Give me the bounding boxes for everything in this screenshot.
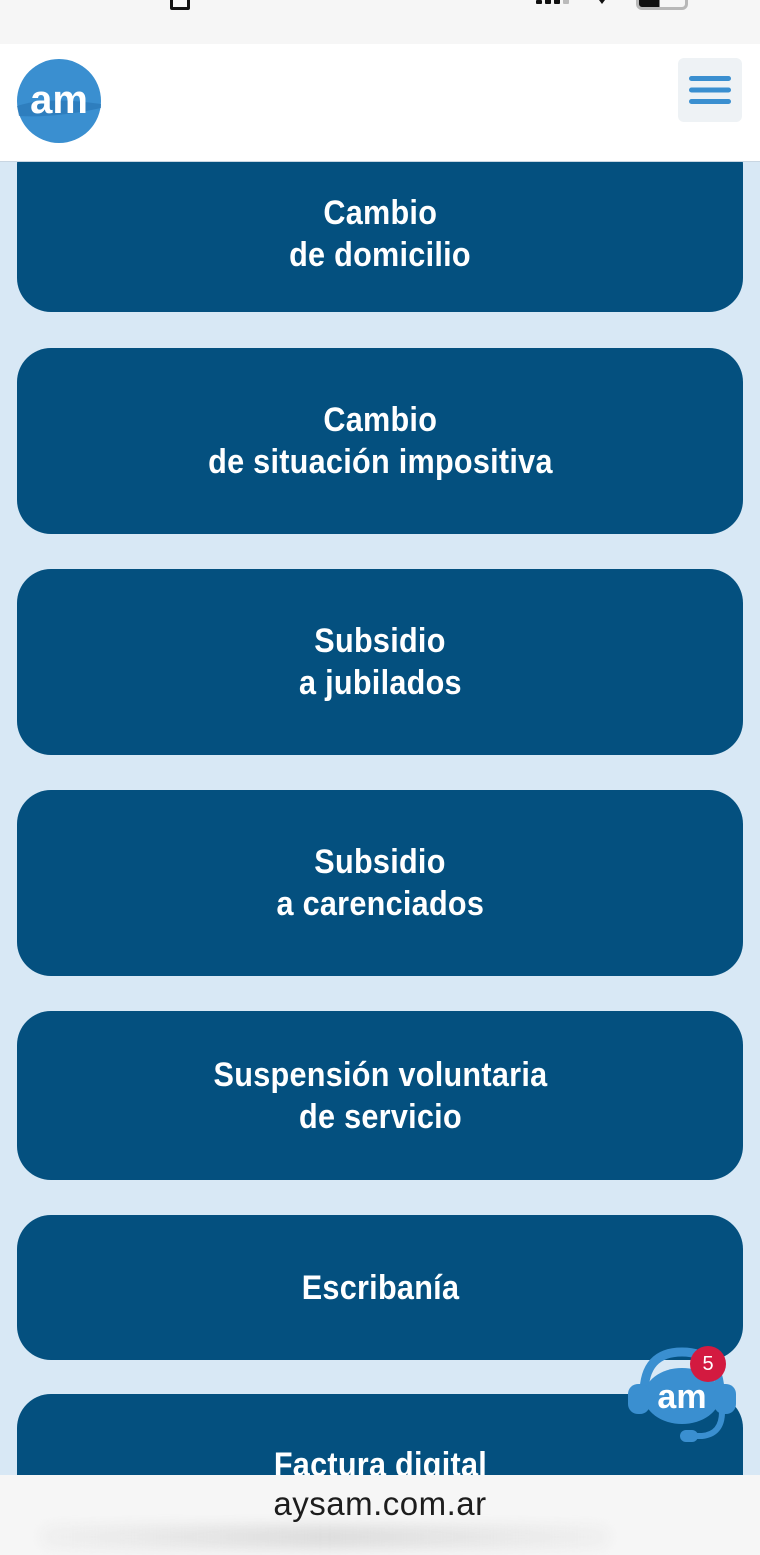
svg-text:am: am <box>30 78 88 122</box>
service-button-escribania[interactable]: Escribanía <box>17 1215 743 1360</box>
browser-url-bar[interactable]: aysam.com.ar <box>0 1475 760 1555</box>
site-header: am <box>0 44 760 162</box>
notification-badge: 5 <box>690 1346 726 1382</box>
lock-icon <box>170 0 190 10</box>
service-label-line1: Subsidio <box>314 622 446 660</box>
status-bar <box>0 0 760 44</box>
service-button-suspension-voluntaria[interactable]: Suspensión voluntaria de servicio <box>17 1011 743 1180</box>
wifi-icon <box>599 0 605 4</box>
service-button-subsidio-carenciados[interactable]: Subsidio a carenciados <box>17 790 743 976</box>
service-label-line2: de domicilio <box>289 235 471 274</box>
svg-text:am: am <box>657 1378 706 1416</box>
service-label-line2: a carenciados <box>276 885 484 923</box>
service-button-subsidio-jubilados[interactable]: Subsidio a jubilados <box>17 569 743 755</box>
service-label-line1: Factura digital <box>273 1446 487 1475</box>
services-list: Cambio de domicilio Cambio de situación … <box>0 161 760 1475</box>
hamburger-menu-icon <box>689 76 731 104</box>
service-label-line2: de servicio <box>298 1097 462 1136</box>
battery-icon <box>636 0 688 10</box>
url-bar-shadow <box>40 1525 610 1549</box>
cellular-signal-icon <box>536 0 569 4</box>
service-label-line2: a jubilados <box>298 664 462 702</box>
service-label-line1: Subsidio <box>314 843 446 881</box>
service-label-line1: Escribanía <box>301 1268 459 1307</box>
service-button-cambio-situacion-impositiva[interactable]: Cambio de situación impositiva <box>17 348 743 534</box>
service-label-line1: Cambio <box>323 401 437 439</box>
service-label-line1: Suspensión voluntaria <box>213 1055 547 1094</box>
menu-button[interactable] <box>678 58 742 122</box>
service-label-line2: de situación impositiva <box>207 443 553 481</box>
aysam-logo[interactable]: am <box>16 58 102 144</box>
url-text[interactable]: aysam.com.ar <box>0 1485 760 1523</box>
service-label-line1: Cambio <box>323 193 437 232</box>
service-button-cambio-domicilio[interactable]: Cambio de domicilio <box>17 161 743 312</box>
